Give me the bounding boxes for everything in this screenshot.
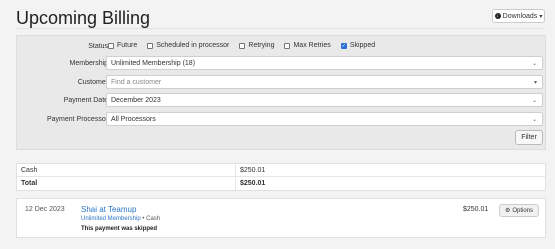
totals-value: $250.01	[235, 164, 265, 176]
chevron-down-icon: ⌄	[531, 117, 537, 123]
gear-icon: ⚙	[504, 208, 511, 214]
payment-note: This payment was skipped	[81, 226, 158, 232]
status-option-label: Max Retries	[293, 42, 331, 49]
status-option-scheduled[interactable]: Scheduled in processor	[147, 42, 229, 49]
totals-label: Total	[21, 180, 38, 187]
payment-item: 12 Dec 2023 Shai at Teamup Unlimited Mem…	[16, 198, 546, 238]
checkbox[interactable]	[239, 42, 246, 49]
payment-processor-select[interactable]: All Processors ⌄	[106, 112, 543, 126]
customer-link[interactable]: Shai at Teamup	[81, 205, 136, 214]
membership-link[interactable]: Unlimited Membership	[81, 216, 141, 222]
status-option-retrying[interactable]: Retrying	[239, 42, 274, 49]
filter-panel: Status: Future Scheduled in processor Re…	[16, 35, 546, 150]
checkbox[interactable]	[108, 42, 114, 49]
table-row: Cash $250.01	[17, 164, 545, 177]
checkbox[interactable]	[147, 42, 154, 49]
filter-button[interactable]: Filter	[515, 130, 543, 145]
caret-down-icon: ▾	[533, 80, 537, 86]
status-option-label: Future	[117, 42, 138, 49]
meta-separator: •	[142, 216, 145, 222]
download-icon: ↓	[494, 13, 501, 19]
payment-processor-label: Payment Processor:	[46, 116, 110, 123]
chevron-down-icon: ⌄	[531, 98, 537, 104]
status-label: Status:	[88, 43, 110, 50]
payment-date-label: Payment Date:	[63, 97, 110, 104]
downloads-label: Downloads	[502, 12, 538, 20]
chevron-down-icon: ⌄	[531, 61, 537, 67]
header-divider	[16, 28, 545, 29]
membership-select[interactable]: Unlimited Membership (18) ⌄	[106, 56, 543, 70]
status-option-label: Retrying	[248, 42, 275, 49]
table-row: Total $250.01	[17, 177, 545, 190]
status-option-label: Scheduled in processor	[156, 42, 230, 49]
status-option-max-retries[interactable]: Max Retries	[284, 42, 331, 49]
status-option-skipped[interactable]: ✓ Skipped	[340, 42, 376, 49]
checkbox[interactable]	[284, 42, 291, 49]
membership-label: Membership:	[69, 60, 110, 67]
caret-down-icon: ▾	[539, 13, 543, 20]
status-option-label: Skipped	[349, 42, 376, 49]
payment-date: 12 Dec 2023	[25, 206, 65, 213]
payment-amount: $250.01	[463, 206, 489, 213]
payment-date-select[interactable]: December 2023 ⌄	[106, 93, 543, 107]
customer-placeholder: Find a customer	[111, 78, 162, 86]
payment-meta: Unlimited Membership • Cash	[81, 216, 160, 222]
payment-processor-value: All Processors	[111, 115, 156, 123]
totals-table: Cash $250.01 Total $250.01	[16, 163, 546, 191]
membership-value: Unlimited Membership (18)	[111, 59, 196, 67]
status-option-future[interactable]: Future	[108, 42, 137, 49]
totals-value: $250.01	[235, 177, 265, 190]
customer-search-input[interactable]: Find a customer ▾	[106, 75, 543, 89]
status-options: Future Scheduled in processor Retrying M…	[108, 42, 375, 49]
payment-date-value: December 2023	[111, 96, 161, 104]
page-title: Upcoming Billing	[16, 8, 151, 28]
options-button[interactable]: ⚙ Options	[499, 204, 539, 217]
options-label: Options	[512, 207, 534, 214]
payment-method: Cash	[146, 216, 161, 222]
downloads-button[interactable]: ↓ Downloads ▾	[492, 9, 545, 23]
checkbox-checked[interactable]: ✓	[340, 42, 347, 49]
totals-label: Cash	[21, 166, 38, 174]
